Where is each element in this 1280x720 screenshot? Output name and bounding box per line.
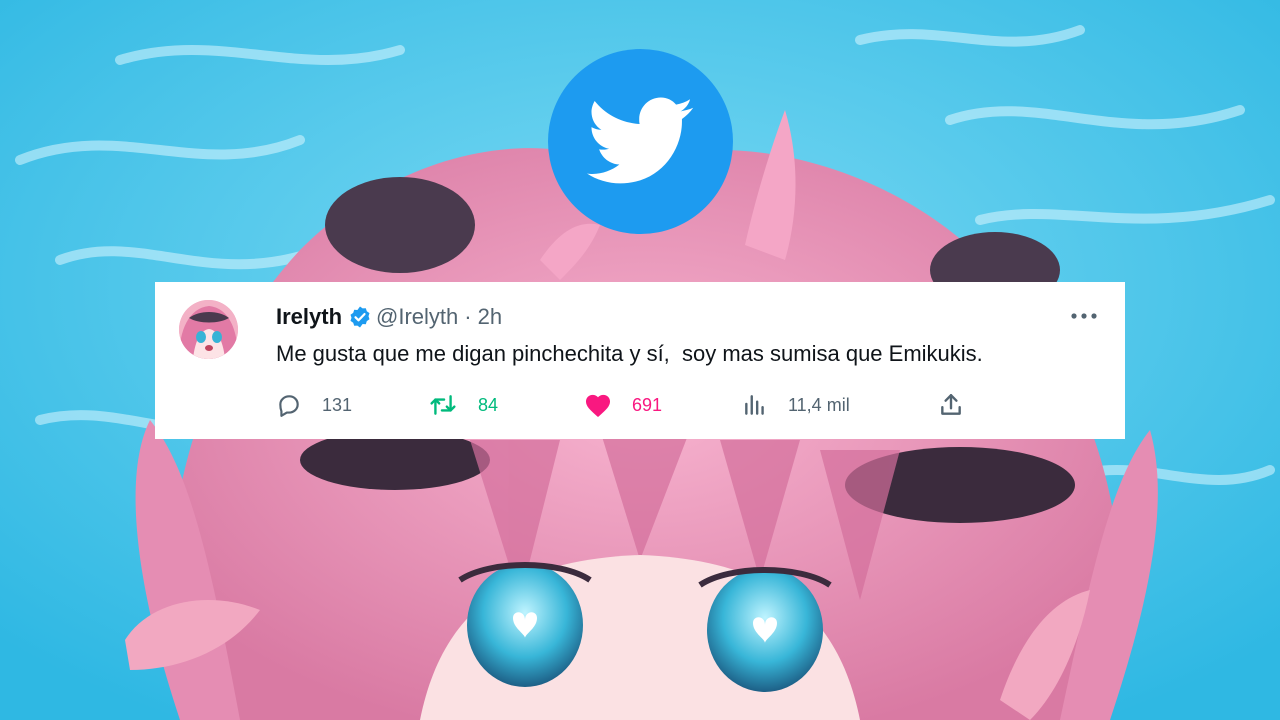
retweet-button[interactable]: 84 bbox=[428, 390, 498, 420]
separator-dot: · bbox=[464, 304, 472, 329]
reply-count: 131 bbox=[322, 394, 353, 415]
share-button[interactable] bbox=[938, 390, 964, 420]
like-button[interactable]: 691 bbox=[584, 390, 662, 420]
retweet-count: 84 bbox=[478, 394, 499, 415]
timestamp[interactable]: 2h bbox=[478, 304, 502, 330]
views-icon bbox=[745, 395, 764, 415]
twitter-logo bbox=[548, 49, 733, 234]
more-icon bbox=[1071, 313, 1097, 319]
reply-button[interactable]: 131 bbox=[276, 390, 352, 420]
tweet-card[interactable]: Irelyth @Irelyth · 2h Me gusta que me di… bbox=[155, 282, 1125, 439]
reply-icon bbox=[279, 395, 299, 417]
user-handle[interactable]: @Irelyth bbox=[376, 304, 458, 330]
like-icon bbox=[585, 394, 611, 418]
twitter-bird-icon bbox=[586, 96, 693, 183]
more-options-button[interactable] bbox=[1069, 304, 1099, 328]
views-button[interactable]: 11,4 mil bbox=[742, 390, 850, 420]
share-icon bbox=[941, 394, 961, 415]
views-count: 11,4 mil bbox=[788, 394, 850, 415]
avatar[interactable] bbox=[179, 300, 238, 359]
display-name[interactable]: Irelyth bbox=[276, 304, 342, 330]
avatar-image bbox=[179, 300, 238, 359]
tweet-text: Me gusta que me digan pinchechita y sí, … bbox=[276, 341, 983, 366]
like-count: 691 bbox=[632, 394, 663, 415]
tweet-header: Irelyth @Irelyth · 2h bbox=[276, 303, 502, 331]
verified-badge-icon bbox=[348, 305, 372, 329]
retweet-icon bbox=[430, 395, 456, 415]
tweet-actions: 131 84 691 11,4 mil bbox=[276, 390, 976, 420]
